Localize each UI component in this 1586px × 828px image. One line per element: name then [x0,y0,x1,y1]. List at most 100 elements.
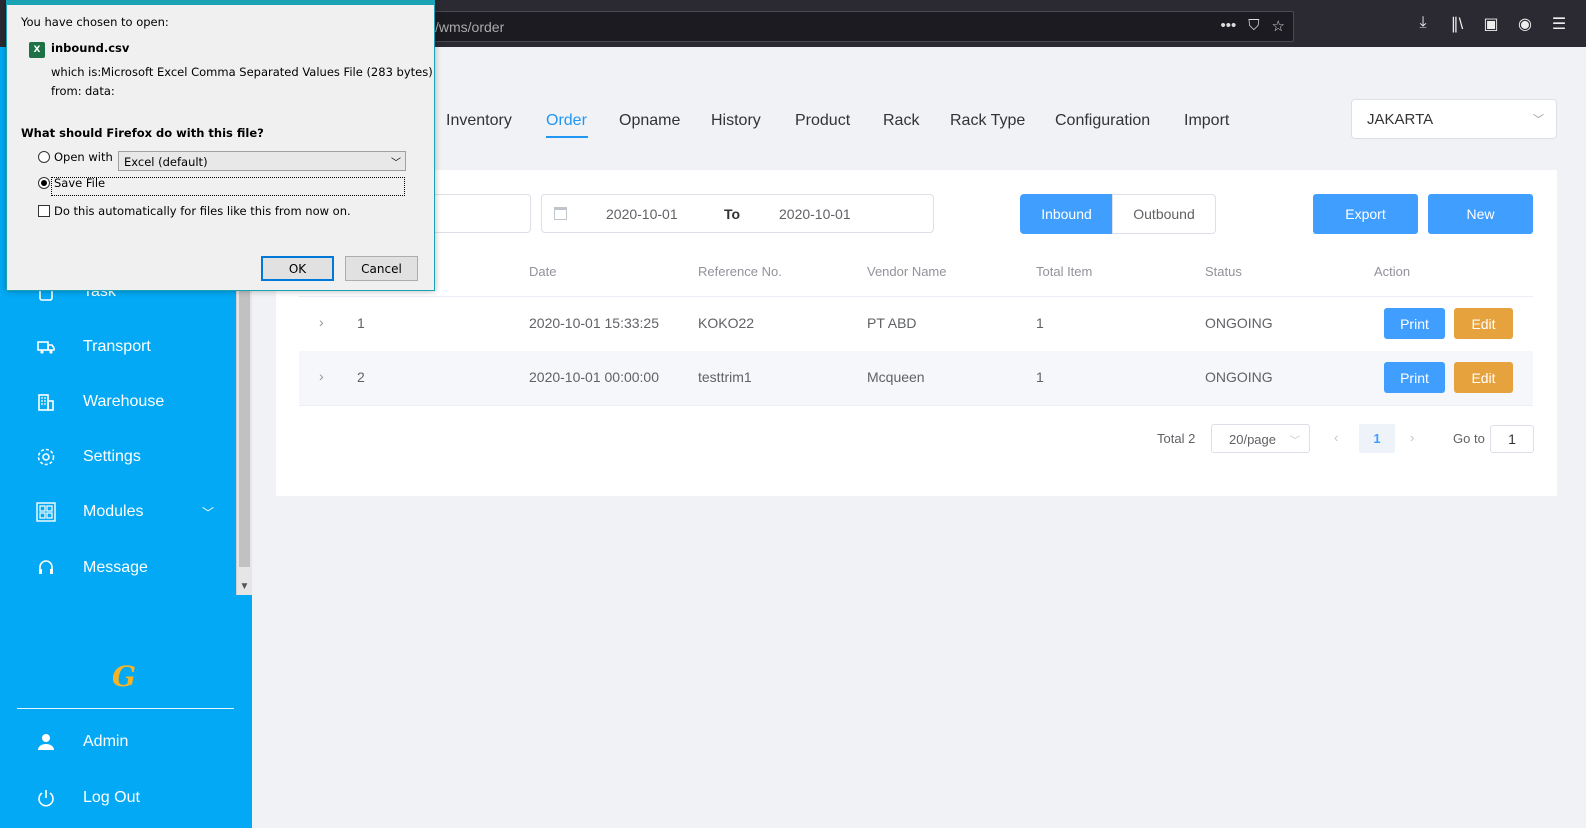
sidebar-item-label: Admin [83,733,129,750]
next-page-icon[interactable]: › [1410,430,1414,445]
new-button[interactable]: New [1428,194,1533,234]
chevron-down-icon: ﹀ [391,158,401,169]
column-header-vendor: Vendor Name [867,264,947,279]
tab-rack-type[interactable]: Rack Type [950,112,1025,130]
download-icon[interactable]: ⤓ [1414,14,1432,34]
reader-icon[interactable]: ▣ [1482,14,1500,34]
cancel-button[interactable]: Cancel [345,256,418,281]
sidebar-item-settings[interactable]: Settings [0,437,236,477]
sidebar-item-warehouse[interactable]: Warehouse [0,382,236,422]
prev-page-icon[interactable]: ‹ [1334,430,1338,445]
from-label: from: [51,84,82,98]
export-button[interactable]: Export [1313,194,1418,234]
truck-icon [37,341,55,354]
date-range-picker[interactable]: 2020-10-01 To 2020-10-01 [541,194,934,233]
row-reference: testtrim1 [698,369,752,385]
account-icon[interactable]: ◉ [1516,14,1534,34]
sidebar-item-logout[interactable]: Log Out [0,778,236,818]
scroll-down-icon[interactable]: ▼ [237,579,252,595]
power-icon [38,790,54,807]
file-type: Microsoft Excel Comma Separated Values F… [101,65,433,79]
sidebar-item-label: Modules [83,503,144,520]
search-input[interactable] [420,194,531,233]
save-file-label: Save File [54,176,106,190]
sidebar-item-admin[interactable]: Admin [0,722,236,762]
calendar-icon [554,207,567,220]
page-size-value: 20/page [1229,432,1276,447]
row-number: 1 [357,315,365,331]
goto-label: Go to [1453,431,1485,446]
star-icon[interactable]: ☆ [1272,17,1285,35]
menu-icon[interactable]: ☰ [1550,14,1568,34]
outbound-toggle[interactable]: Outbound [1112,194,1216,234]
date-from[interactable]: 2020-10-01 [606,206,678,222]
city-select[interactable]: JAKARTA ﹀ [1351,99,1557,139]
pocket-icon[interactable]: ⛉ [1248,17,1259,35]
url-bar[interactable]: /wms/order ••• ⛉ ☆ [420,11,1294,42]
date-separator: To [724,206,741,222]
sidebar-item-label: Message [83,559,148,576]
expand-icon[interactable]: › [319,314,324,330]
save-file-radio[interactable] [38,177,50,189]
inbound-toggle[interactable]: Inbound [1020,194,1113,234]
sidebar-item-transport[interactable]: Transport [0,327,236,367]
tab-configuration[interactable]: Configuration [1055,112,1150,130]
dialog-filename: inbound.csv [51,41,130,55]
date-to[interactable]: 2020-10-01 [779,206,851,222]
open-with-radio[interactable] [38,151,50,163]
print-button[interactable]: Print [1384,308,1445,339]
column-header-total-item: Total Item [1036,264,1093,279]
column-header-status: Status [1205,264,1242,279]
ok-button[interactable]: OK [261,256,334,281]
library-icon[interactable]: ∥\ [1448,14,1466,34]
sidebar-divider [17,708,234,709]
user-icon [38,734,54,750]
building-icon [38,394,54,411]
edit-button[interactable]: Edit [1454,308,1513,339]
column-header-date: Date [529,264,557,279]
headset-icon [39,560,53,574]
brand-logo: G [112,660,136,693]
print-button[interactable]: Print [1384,362,1445,393]
open-with-label: Open with [54,150,113,164]
row-status: ONGOING [1205,315,1273,331]
download-dialog: You have chosen to open: X inbound.csv w… [6,0,435,291]
sidebar-item-message[interactable]: Message [0,548,236,588]
gear-icon [37,448,55,466]
auto-label: Do this automatically for files like thi… [54,204,351,218]
tab-inventory[interactable]: Inventory [446,112,512,130]
row-total-item: 1 [1036,315,1044,331]
auto-checkbox[interactable] [38,205,50,217]
row-date: 2020-10-01 15:33:25 [529,315,659,331]
dialog-intro: You have chosen to open: [21,15,169,29]
tab-order[interactable]: Order [546,112,587,130]
sidebar-item-modules[interactable]: Modules ﹀ [0,492,236,532]
row-total-item: 1 [1036,369,1044,385]
row-status: ONGOING [1205,369,1273,385]
more-icon[interactable]: ••• [1221,17,1237,35]
edit-button[interactable]: Edit [1454,362,1513,393]
row-vendor: Mcqueen [867,369,925,385]
city-select-value: JAKARTA [1367,111,1434,128]
row-date: 2020-10-01 00:00:00 [529,369,659,385]
page-size-select[interactable]: 20/page ﹀ [1211,424,1310,453]
sidebar-item-label: Warehouse [83,393,165,410]
url-text: /wms/order [435,19,505,35]
expand-icon[interactable]: › [319,368,324,384]
pagination-total: Total 2 [1157,431,1196,446]
open-with-app-select[interactable]: Excel (default) ﹀ [118,151,406,171]
tab-import[interactable]: Import [1184,112,1229,130]
tab-history[interactable]: History [711,112,761,130]
row-number: 2 [357,369,365,385]
tab-product[interactable]: Product [795,112,850,130]
row-vendor: PT ABD [867,315,917,331]
sidebar-item-label: Settings [83,448,141,465]
tab-opname[interactable]: Opname [619,112,680,130]
modules-icon [36,502,56,522]
page-number[interactable]: 1 [1359,424,1395,453]
sidebar-item-label: Log Out [83,789,140,806]
sidebar-item-label: Transport [83,338,151,355]
column-header-action: Action [1374,264,1411,279]
tab-rack[interactable]: Rack [883,112,919,130]
goto-input[interactable]: 1 [1490,425,1534,453]
